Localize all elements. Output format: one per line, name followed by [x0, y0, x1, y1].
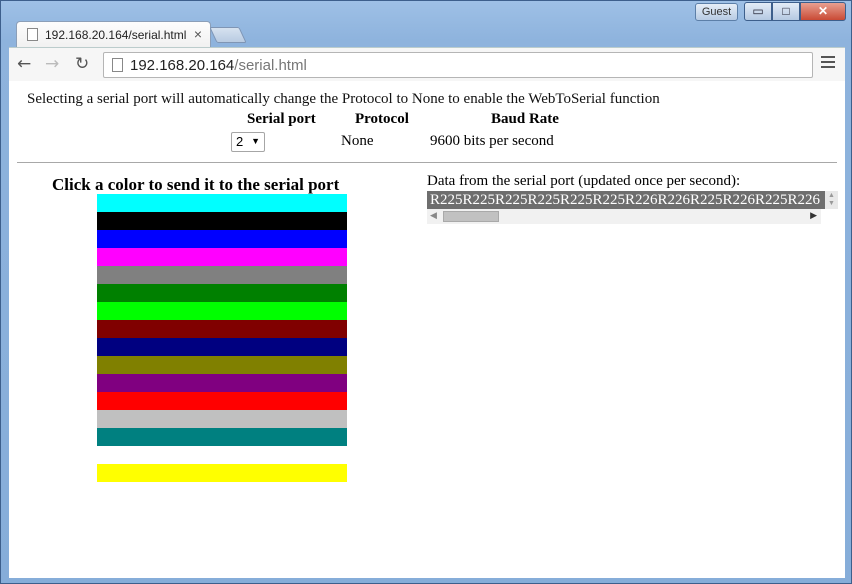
tab-close-icon[interactable]: ×	[194, 26, 202, 42]
new-tab-button[interactable]	[209, 27, 247, 43]
scroll-left-icon[interactable]: ◀	[430, 210, 437, 221]
scroll-right-icon[interactable]: ▶	[810, 210, 817, 221]
close-icon: ✕	[817, 4, 829, 18]
color-swatch[interactable]	[97, 392, 347, 410]
serial-port-header: Serial port	[247, 111, 316, 127]
intro-text: Selecting a serial port will automatical…	[27, 91, 660, 107]
color-swatch[interactable]	[97, 302, 347, 320]
color-swatch[interactable]	[97, 266, 347, 284]
protocol-header: Protocol	[355, 111, 409, 127]
color-section-title: Click a color to send it to the serial p…	[52, 175, 340, 194]
guest-profile-button[interactable]: Guest	[695, 3, 738, 21]
serial-port-value: 2	[236, 134, 244, 149]
minimize-icon: ▭	[752, 4, 764, 18]
browser-toolbar: ← → ↻ 192.168.20.164/serial.html	[9, 47, 845, 81]
color-swatch[interactable]	[97, 284, 347, 302]
reload-icon[interactable]: ↻	[75, 54, 89, 74]
baud-rate-value: 9600 bits per second	[430, 133, 554, 149]
color-swatch-list	[97, 194, 347, 482]
chevron-down-icon: ▼	[251, 136, 260, 146]
scroll-thumb[interactable]	[443, 211, 499, 222]
serial-data-text: R225R225R225R225R225R225R226R226R225R226…	[427, 191, 825, 209]
browser-window: Guest ▭ □ ✕ 192.168.20.164/serial.html ×…	[0, 0, 852, 584]
menu-icon[interactable]	[821, 56, 835, 70]
color-swatch[interactable]	[97, 464, 347, 482]
color-swatch[interactable]	[97, 212, 347, 230]
divider	[17, 162, 837, 163]
minimize-button[interactable]: ▭	[744, 2, 772, 21]
color-swatch[interactable]	[97, 428, 347, 446]
serial-data-label: Data from the serial port (updated once …	[427, 173, 741, 189]
color-swatch[interactable]	[97, 446, 347, 464]
forward-icon[interactable]: →	[45, 54, 59, 74]
color-swatch[interactable]	[97, 410, 347, 428]
color-swatch[interactable]	[97, 338, 347, 356]
back-icon[interactable]: ←	[17, 54, 31, 74]
url-host: 192.168.20.164	[130, 57, 235, 74]
protocol-value: None	[341, 133, 374, 149]
page-icon	[27, 28, 38, 41]
horizontal-scrollbar[interactable]: ◀ ▶	[427, 209, 821, 224]
maximize-icon: □	[782, 4, 790, 18]
color-swatch[interactable]	[97, 194, 347, 212]
address-bar[interactable]: 192.168.20.164/serial.html	[103, 52, 813, 78]
serial-port-select[interactable]: 2 ▼	[231, 132, 265, 152]
vertical-scrollbar[interactable]: ▲ ▼	[825, 191, 838, 209]
color-swatch[interactable]	[97, 248, 347, 266]
url-path: /serial.html	[234, 57, 307, 74]
close-window-button[interactable]: ✕	[800, 2, 846, 21]
color-swatch[interactable]	[97, 320, 347, 338]
tab-title: 192.168.20.164/serial.html	[45, 28, 187, 42]
color-swatch[interactable]	[97, 374, 347, 392]
baud-rate-header: Baud Rate	[491, 111, 559, 127]
maximize-button[interactable]: □	[772, 2, 800, 21]
color-swatch[interactable]	[97, 230, 347, 248]
page-icon	[112, 58, 123, 72]
tab-serial[interactable]: 192.168.20.164/serial.html ×	[16, 21, 211, 47]
page-content: Selecting a serial port will automatical…	[9, 81, 845, 578]
color-swatch[interactable]	[97, 356, 347, 374]
serial-data-box: R225R225R225R225R225R225R226R226R225R226…	[427, 191, 838, 226]
